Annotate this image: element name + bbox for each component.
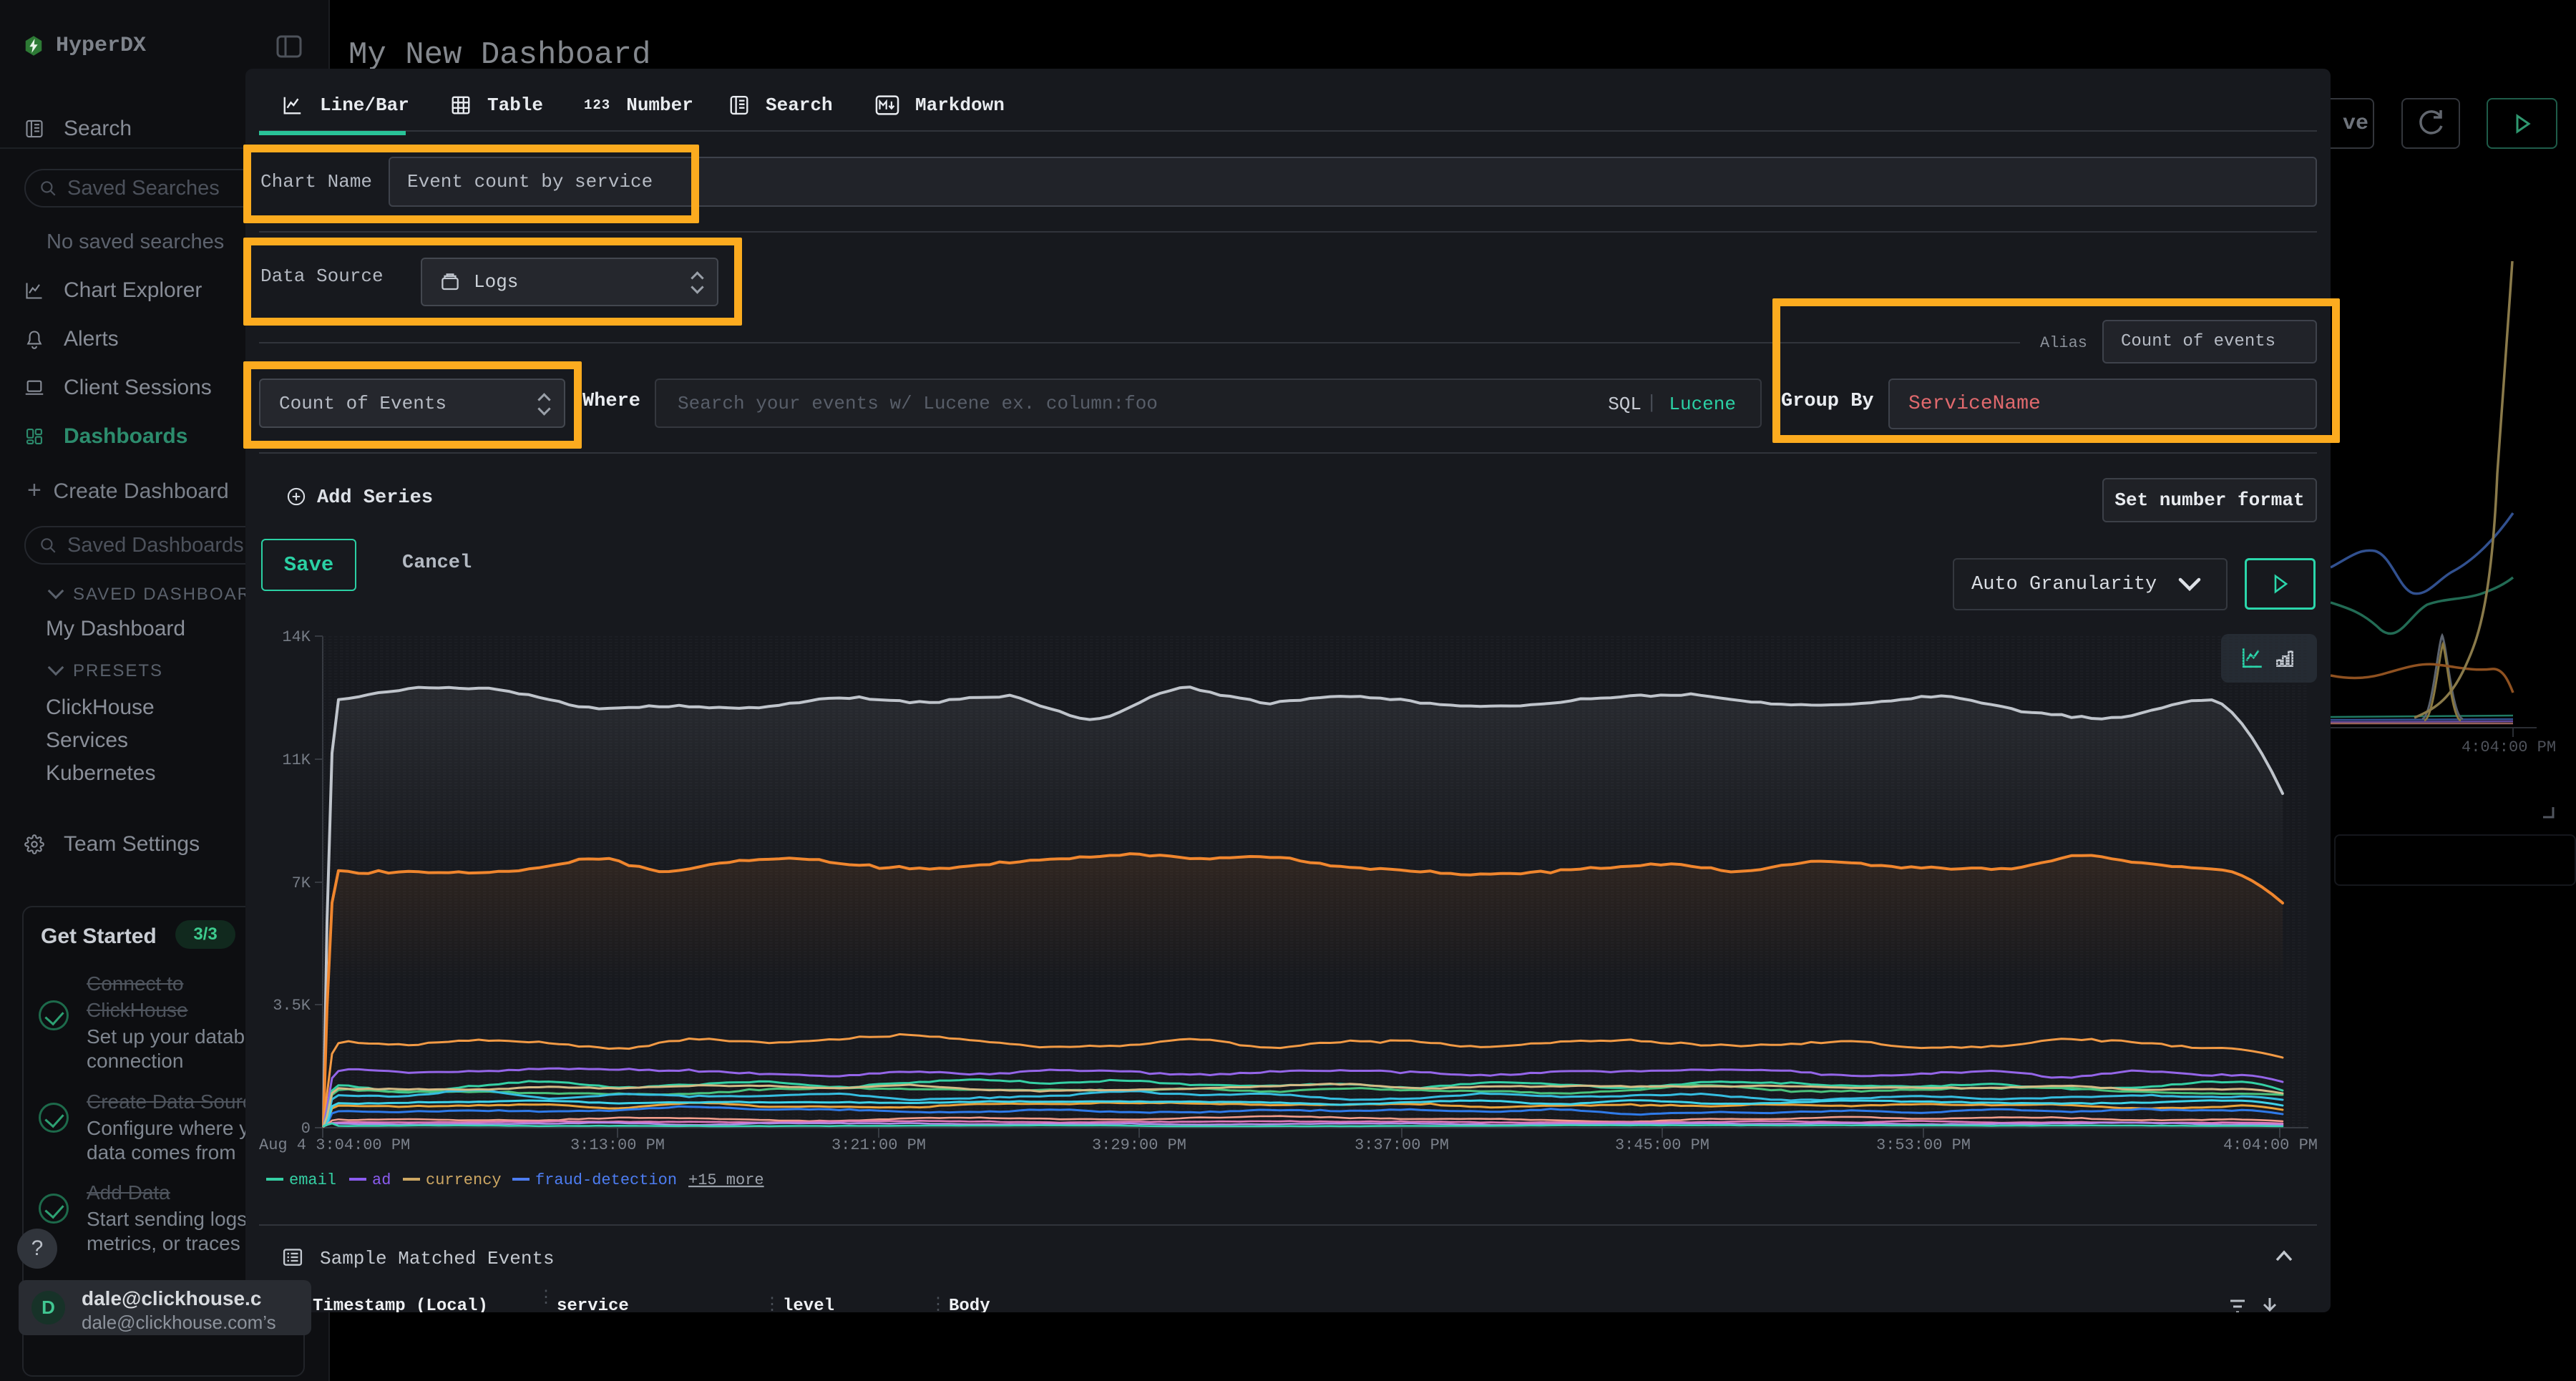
svg-text:3:53:00 PM: 3:53:00 PM <box>1876 1136 1971 1154</box>
svg-text:3:13:00 PM: 3:13:00 PM <box>570 1136 665 1154</box>
svg-text:14K: 14K <box>282 628 311 646</box>
svg-text:4:04:00 PM: 4:04:00 PM <box>2223 1136 2318 1154</box>
svg-text:+15 more: +15 more <box>688 1171 764 1189</box>
svg-text:fraud-detection: fraud-detection <box>535 1171 677 1189</box>
svg-text:currency: currency <box>426 1171 502 1189</box>
svg-text:7K: 7K <box>292 874 311 892</box>
svg-text:Aug 4 3:04:00 PM: Aug 4 3:04:00 PM <box>259 1136 410 1154</box>
svg-text:0: 0 <box>301 1120 311 1138</box>
svg-text:3:45:00 PM: 3:45:00 PM <box>1615 1136 1709 1154</box>
svg-text:email: email <box>289 1171 336 1189</box>
svg-text:11K: 11K <box>282 751 311 769</box>
svg-text:3:29:00 PM: 3:29:00 PM <box>1092 1136 1186 1154</box>
svg-text:3.5K: 3.5K <box>273 997 311 1015</box>
svg-text:3:21:00 PM: 3:21:00 PM <box>831 1136 926 1154</box>
svg-text:3:37:00 PM: 3:37:00 PM <box>1355 1136 1449 1154</box>
svg-text:ad: ad <box>372 1171 391 1189</box>
